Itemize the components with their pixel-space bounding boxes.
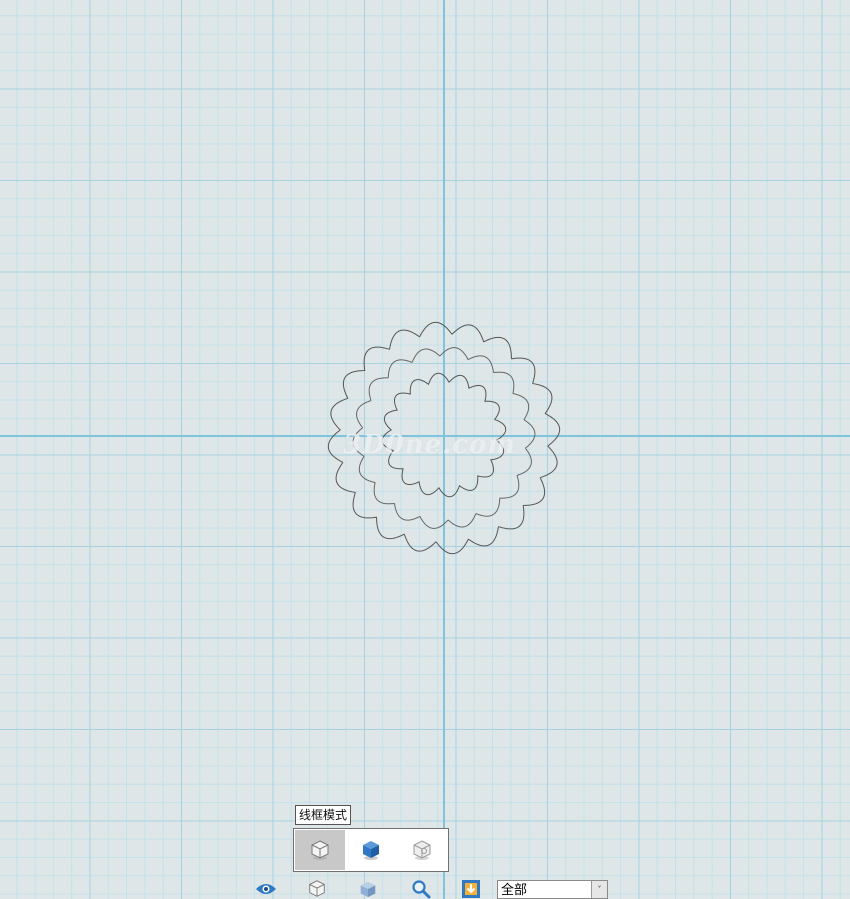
zoom-button[interactable] — [408, 878, 434, 899]
render-mode-popup — [293, 828, 449, 872]
transparent-mode-button[interactable] — [397, 830, 447, 870]
wireframe-cube-icon — [309, 879, 325, 897]
view-cube-button[interactable] — [355, 878, 381, 899]
bottom-toolbar — [0, 876, 850, 899]
wireframe-mode-button[interactable] — [295, 830, 345, 870]
shaded-cube-icon — [363, 841, 379, 860]
import-button[interactable] — [458, 878, 484, 899]
wireframe-mode-tooltip: 线框模式 — [295, 805, 352, 825]
shaded-mode-button[interactable] — [346, 830, 396, 870]
selection-filter-dropdown[interactable]: 全部 ˅ — [497, 880, 608, 899]
eye-icon — [256, 883, 276, 894]
shaded-cube-icon — [360, 881, 376, 897]
chevron-down-icon[interactable]: ˅ — [591, 881, 607, 898]
filter-value: 全部 — [501, 883, 528, 898]
import-icon — [462, 879, 480, 898]
magnifier-icon — [412, 879, 431, 898]
watermark-text: 3D0ne.com — [343, 430, 516, 460]
render-mode-button[interactable] — [304, 878, 330, 899]
visibility-button[interactable] — [253, 878, 279, 899]
wireframe-cube-icon — [311, 840, 329, 860]
transparent-cube-icon — [413, 840, 431, 860]
